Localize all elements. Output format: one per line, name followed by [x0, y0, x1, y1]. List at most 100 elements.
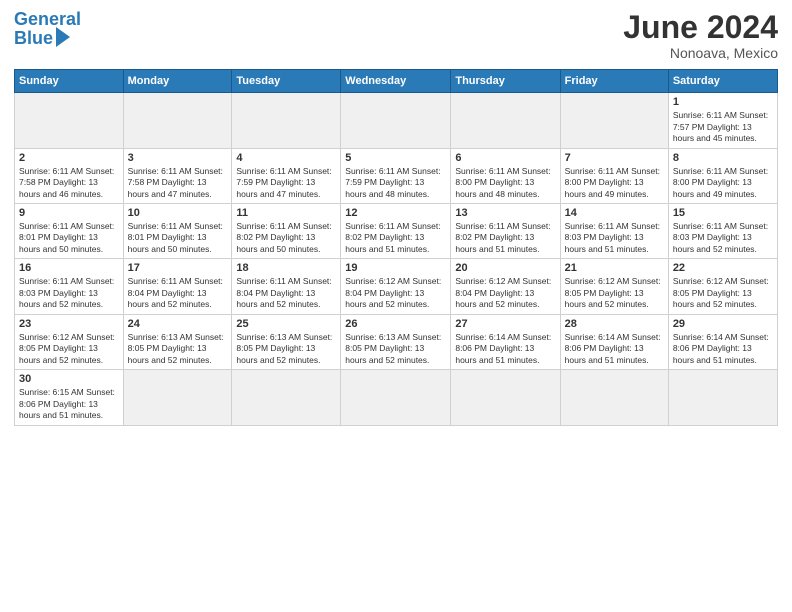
day-number: 17	[128, 262, 228, 274]
logo-blue: Blue	[14, 28, 53, 49]
table-row: 29 Sunrise: 6:14 AM Sunset: 8:06 PM Dayli…	[668, 314, 777, 369]
day-info: Sunrise: 6:11 AM Sunset: 7:59 PM Dayligh…	[236, 166, 336, 200]
day-info: Sunrise: 6:13 AM Sunset: 8:05 PM Dayligh…	[128, 332, 228, 366]
day-number: 2	[19, 152, 119, 164]
day-info: Sunrise: 6:12 AM Sunset: 8:05 PM Dayligh…	[19, 332, 119, 366]
logo: General Blue	[14, 10, 81, 49]
table-row	[451, 93, 560, 148]
day-info: Sunrise: 6:11 AM Sunset: 8:03 PM Dayligh…	[673, 221, 773, 255]
table-row: 5Sunrise: 6:11 AM Sunset: 7:59 PM Daylig…	[341, 148, 451, 203]
table-row: 12 Sunrise: 6:11 AM Sunset: 8:02 PM Dayli…	[341, 204, 451, 259]
table-row: 26 Sunrise: 6:13 AM Sunset: 8:05 PM Dayli…	[341, 314, 451, 369]
table-row	[560, 370, 668, 425]
day-info: Sunrise: 6:11 AM Sunset: 8:00 PM Dayligh…	[565, 166, 664, 200]
col-saturday: Saturday	[668, 70, 777, 93]
day-info: Sunrise: 6:11 AM Sunset: 8:02 PM Dayligh…	[455, 221, 555, 255]
table-row: 10 Sunrise: 6:11 AM Sunset: 8:01 PM Dayli…	[123, 204, 232, 259]
table-row: 24 Sunrise: 6:13 AM Sunset: 8:05 PM Dayli…	[123, 314, 232, 369]
day-info: Sunrise: 6:15 AM Sunset: 8:06 PM Dayligh…	[19, 387, 119, 421]
calendar-week-row: 2 Sunrise: 6:11 AM Sunset: 7:58 PM Daylig…	[15, 148, 778, 203]
col-tuesday: Tuesday	[232, 70, 341, 93]
table-row: 20Sunrise: 6:12 AM Sunset: 8:04 PM Dayli…	[451, 259, 560, 314]
table-row: 3 Sunrise: 6:11 AM Sunset: 7:58 PM Daylig…	[123, 148, 232, 203]
table-row: 1 Sunrise: 6:11 AM Sunset: 7:57 PM Daylig…	[668, 93, 777, 148]
table-row: 23 Sunrise: 6:12 AM Sunset: 8:05 PM Dayli…	[15, 314, 124, 369]
table-row: 25 Sunrise: 6:13 AM Sunset: 8:05 PM Dayli…	[232, 314, 341, 369]
day-number: 14	[565, 207, 664, 219]
day-number: 13	[455, 207, 555, 219]
table-row: 16Sunrise: 6:11 AM Sunset: 8:03 PM Dayli…	[15, 259, 124, 314]
table-row: 27Sunrise: 6:14 AM Sunset: 8:06 PM Dayli…	[451, 314, 560, 369]
title-block: June 2024 Nonoava, Mexico	[623, 10, 778, 61]
day-info: Sunrise: 6:11 AM Sunset: 8:00 PM Dayligh…	[455, 166, 555, 200]
page: General Blue June 2024 Nonoava, Mexico S…	[0, 0, 792, 612]
calendar-title: June 2024	[623, 10, 778, 45]
table-row: 17Sunrise: 6:11 AM Sunset: 8:04 PM Dayli…	[123, 259, 232, 314]
day-number: 30	[19, 373, 119, 385]
table-row	[668, 370, 777, 425]
day-number: 28	[565, 318, 664, 330]
day-info: Sunrise: 6:11 AM Sunset: 8:02 PM Dayligh…	[345, 221, 446, 255]
table-row: 30 Sunrise: 6:15 AM Sunset: 8:06 PM Dayli…	[15, 370, 124, 425]
table-row	[123, 93, 232, 148]
day-info: Sunrise: 6:11 AM Sunset: 8:01 PM Dayligh…	[128, 221, 228, 255]
table-row: 21 Sunrise: 6:12 AM Sunset: 8:05 PM Dayli…	[560, 259, 668, 314]
day-number: 7	[565, 152, 664, 164]
day-number: 21	[565, 262, 664, 274]
table-row: 15Sunrise: 6:11 AM Sunset: 8:03 PM Dayli…	[668, 204, 777, 259]
day-number: 26	[345, 318, 446, 330]
table-row: 11 Sunrise: 6:11 AM Sunset: 8:02 PM Dayli…	[232, 204, 341, 259]
day-number: 24	[128, 318, 228, 330]
day-info: Sunrise: 6:11 AM Sunset: 7:57 PM Dayligh…	[673, 110, 773, 144]
day-number: 23	[19, 318, 119, 330]
table-row: 2 Sunrise: 6:11 AM Sunset: 7:58 PM Daylig…	[15, 148, 124, 203]
day-info: Sunrise: 6:12 AM Sunset: 8:04 PM Dayligh…	[455, 276, 555, 310]
table-row: 28 Sunrise: 6:14 AM Sunset: 8:06 PM Dayli…	[560, 314, 668, 369]
day-info: Sunrise: 6:12 AM Sunset: 8:05 PM Dayligh…	[673, 276, 773, 310]
table-row	[341, 93, 451, 148]
calendar-week-row: 23 Sunrise: 6:12 AM Sunset: 8:05 PM Dayli…	[15, 314, 778, 369]
table-row: 6Sunrise: 6:11 AM Sunset: 8:00 PM Daylig…	[451, 148, 560, 203]
day-number: 29	[673, 318, 773, 330]
table-row	[560, 93, 668, 148]
day-number: 9	[19, 207, 119, 219]
day-info: Sunrise: 6:12 AM Sunset: 8:05 PM Dayligh…	[565, 276, 664, 310]
day-info: Sunrise: 6:11 AM Sunset: 7:58 PM Dayligh…	[19, 166, 119, 200]
table-row	[341, 370, 451, 425]
day-info: Sunrise: 6:13 AM Sunset: 8:05 PM Dayligh…	[345, 332, 446, 366]
logo-triangle-icon	[56, 27, 70, 47]
table-row: 14 Sunrise: 6:11 AM Sunset: 8:03 PM Dayli…	[560, 204, 668, 259]
day-info: Sunrise: 6:13 AM Sunset: 8:05 PM Dayligh…	[236, 332, 336, 366]
calendar-week-row: 1 Sunrise: 6:11 AM Sunset: 7:57 PM Daylig…	[15, 93, 778, 148]
table-row: 9 Sunrise: 6:11 AM Sunset: 8:01 PM Daylig…	[15, 204, 124, 259]
day-number: 11	[236, 207, 336, 219]
day-info: Sunrise: 6:11 AM Sunset: 8:03 PM Dayligh…	[565, 221, 664, 255]
day-number: 1	[673, 96, 773, 108]
header: General Blue June 2024 Nonoava, Mexico	[14, 10, 778, 61]
table-row: 19Sunrise: 6:12 AM Sunset: 8:04 PM Dayli…	[341, 259, 451, 314]
day-number: 8	[673, 152, 773, 164]
day-info: Sunrise: 6:11 AM Sunset: 7:58 PM Dayligh…	[128, 166, 228, 200]
day-number: 16	[19, 262, 119, 274]
day-info: Sunrise: 6:11 AM Sunset: 8:02 PM Dayligh…	[236, 221, 336, 255]
calendar-header-row: Sunday Monday Tuesday Wednesday Thursday…	[15, 70, 778, 93]
day-info: Sunrise: 6:14 AM Sunset: 8:06 PM Dayligh…	[673, 332, 773, 366]
table-row: 7 Sunrise: 6:11 AM Sunset: 8:00 PM Daylig…	[560, 148, 668, 203]
table-row	[123, 370, 232, 425]
col-wednesday: Wednesday	[341, 70, 451, 93]
day-info: Sunrise: 6:14 AM Sunset: 8:06 PM Dayligh…	[455, 332, 555, 366]
day-number: 3	[128, 152, 228, 164]
table-row: 8 Sunrise: 6:11 AM Sunset: 8:00 PM Daylig…	[668, 148, 777, 203]
calendar-location: Nonoava, Mexico	[623, 45, 778, 61]
table-row: 18Sunrise: 6:11 AM Sunset: 8:04 PM Dayli…	[232, 259, 341, 314]
day-number: 10	[128, 207, 228, 219]
day-info: Sunrise: 6:11 AM Sunset: 8:00 PM Dayligh…	[673, 166, 773, 200]
day-info: Sunrise: 6:14 AM Sunset: 8:06 PM Dayligh…	[565, 332, 664, 366]
day-number: 12	[345, 207, 446, 219]
table-row: 4Sunrise: 6:11 AM Sunset: 7:59 PM Daylig…	[232, 148, 341, 203]
day-info: Sunrise: 6:11 AM Sunset: 8:01 PM Dayligh…	[19, 221, 119, 255]
day-info: Sunrise: 6:11 AM Sunset: 7:59 PM Dayligh…	[345, 166, 446, 200]
day-info: Sunrise: 6:12 AM Sunset: 8:04 PM Dayligh…	[345, 276, 446, 310]
col-monday: Monday	[123, 70, 232, 93]
day-number: 25	[236, 318, 336, 330]
